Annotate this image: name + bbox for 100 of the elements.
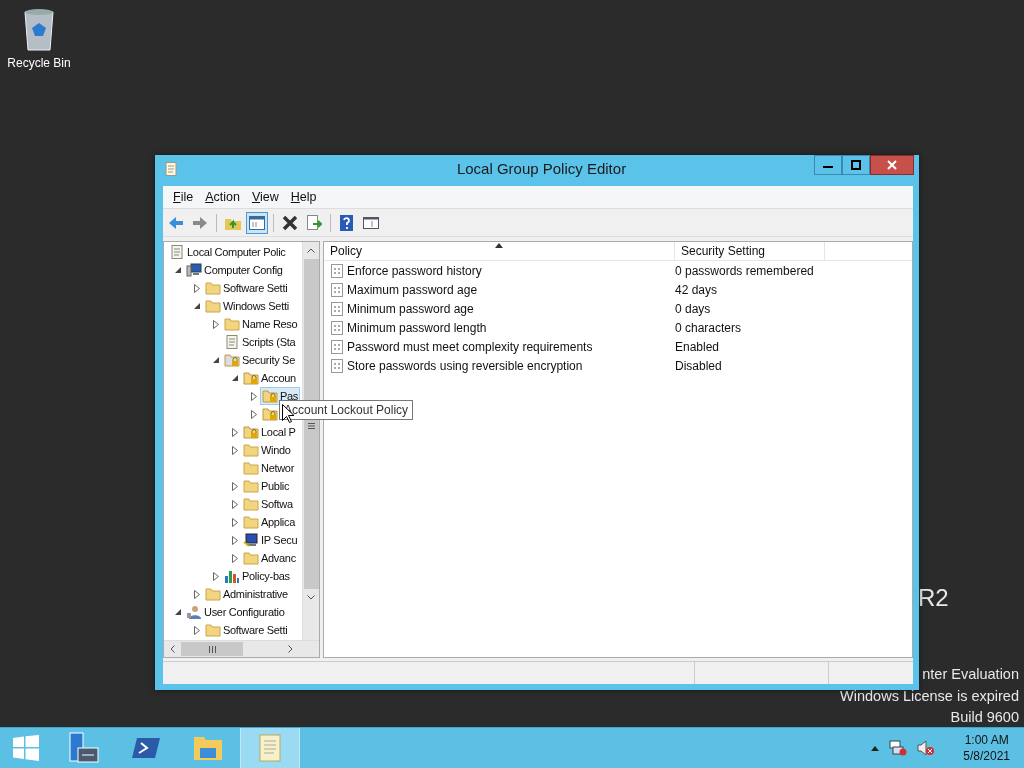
- tree-item[interactable]: Software Setti: [203, 621, 290, 639]
- tree-toggle-button[interactable]: [246, 211, 268, 234]
- policy-name[interactable]: Enforce password history: [347, 263, 482, 278]
- grip-icon: [307, 423, 315, 429]
- script-icon: [224, 334, 240, 350]
- setting-value: 42 days: [675, 282, 718, 297]
- folder-icon: [205, 280, 221, 296]
- clock-date[interactable]: 5/8/2021: [963, 748, 1010, 764]
- tree-item[interactable]: User Configuratio: [184, 603, 287, 621]
- tree-item[interactable]: Windows Setti: [203, 297, 291, 315]
- policy-name[interactable]: Store passwords using reversible encryption: [347, 358, 583, 373]
- menu-item[interactable]: Action: [199, 190, 246, 204]
- policy-setting-icon: [330, 301, 344, 316]
- expanded-arrow-icon[interactable]: [212, 356, 220, 364]
- policy-setting-icon: [330, 339, 344, 354]
- expanded-arrow-icon[interactable]: [231, 374, 239, 382]
- collapsed-arrow-icon[interactable]: [194, 283, 200, 293]
- menu-item[interactable]: View: [245, 190, 285, 204]
- collapsed-arrow-icon[interactable]: [251, 409, 257, 419]
- folder-icon: [243, 514, 259, 530]
- policy-setting-icon: [330, 263, 344, 278]
- menu-item[interactable]: Help: [284, 190, 323, 204]
- tree-item[interactable]: Software Setti: [203, 279, 290, 297]
- scroll-down-icon[interactable]: [307, 595, 315, 600]
- caret-up-icon[interactable]: [871, 745, 880, 751]
- folder-icon: [243, 460, 259, 476]
- column-header[interactable]: Security Setting: [675, 242, 825, 260]
- column-header[interactable]: Policy: [324, 242, 675, 260]
- tree-item[interactable]: Networ: [241, 459, 297, 477]
- maximize-icon: [851, 160, 861, 170]
- locked-folder-icon: [243, 370, 259, 386]
- expanded-arrow-icon[interactable]: [174, 608, 182, 616]
- expanded-arrow-icon[interactable]: [193, 302, 201, 310]
- help-icon: [338, 213, 356, 232]
- minimize-button[interactable]: [814, 155, 842, 175]
- folder-icon: [205, 298, 221, 314]
- locked-folder-icon: [262, 406, 278, 422]
- collapsed-arrow-icon[interactable]: [232, 499, 238, 509]
- delete-icon: [281, 213, 299, 232]
- tree-item[interactable]: Policy-bas: [222, 567, 292, 585]
- policy-name[interactable]: Minimum password length: [347, 320, 487, 335]
- scroll-icon: [169, 244, 185, 260]
- tree-item[interactable]: Local P: [241, 423, 298, 441]
- menu-item[interactable]: File: [167, 190, 200, 204]
- policy-name[interactable]: Maximum password age: [347, 282, 478, 297]
- tree-item[interactable]: Applica: [241, 513, 297, 531]
- locked-folder-icon: [243, 424, 259, 440]
- tree-item[interactable]: Name Reso: [222, 315, 300, 333]
- expanded-arrow-icon[interactable]: [174, 266, 182, 274]
- policy-name[interactable]: Minimum password age: [347, 301, 474, 316]
- tree-item[interactable]: Advanc: [241, 549, 298, 567]
- tree-item[interactable]: Public: [241, 477, 292, 495]
- license-text: Build 9600: [949, 708, 1019, 727]
- desktop-icon-label[interactable]: Recycle Bin: [7, 56, 71, 70]
- tree-item[interactable]: Computer Config: [184, 261, 285, 279]
- setting-value: 0 days: [675, 301, 711, 316]
- collapsed-arrow-icon[interactable]: [232, 427, 238, 437]
- tree-item[interactable]: Local Computer Polic: [167, 243, 288, 261]
- setting-value: Enabled: [675, 339, 720, 354]
- folder-icon: [243, 478, 259, 494]
- network-error-icon[interactable]: [889, 740, 908, 756]
- tree-item[interactable]: Administrative: [203, 585, 290, 603]
- scroll-right-icon[interactable]: [288, 645, 293, 653]
- close-button[interactable]: [870, 155, 914, 175]
- collapsed-arrow-icon[interactable]: [232, 481, 238, 491]
- folder-icon: [224, 316, 240, 332]
- tree-item[interactable]: Scripts (Sta: [222, 333, 298, 351]
- collapsed-arrow-icon[interactable]: [232, 445, 238, 455]
- locked-folder-icon: [224, 352, 240, 368]
- tree-item[interactable]: IP Secu: [241, 531, 300, 549]
- policy-setting-icon: [330, 358, 344, 373]
- tree-item[interactable]: Windo: [241, 441, 293, 459]
- clock-time[interactable]: 1:00 AM: [964, 732, 1009, 748]
- document-arrow-icon: [305, 213, 323, 232]
- scroll-icon: [163, 160, 179, 177]
- scroll-left-icon[interactable]: [170, 645, 175, 653]
- close-icon: [887, 160, 897, 170]
- collapsed-arrow-icon[interactable]: [194, 625, 200, 635]
- tree-item[interactable]: Softwa: [241, 495, 295, 513]
- license-text: nter Evaluation: [921, 665, 1019, 684]
- tree-item[interactable]: Security Se: [222, 351, 297, 369]
- scroll-up-icon[interactable]: [307, 248, 315, 253]
- horizontal-scrollbar[interactable]: [164, 640, 319, 657]
- computer-icon: [186, 262, 202, 278]
- collapsed-arrow-icon[interactable]: [232, 553, 238, 563]
- speaker-muted-icon[interactable]: [917, 740, 936, 756]
- maximize-button[interactable]: [842, 155, 870, 175]
- setting-value: Disabled: [675, 358, 722, 373]
- policy-name[interactable]: Password must meet complexity requirements: [347, 339, 593, 354]
- folder-icon: [205, 622, 221, 638]
- collapsed-arrow-icon[interactable]: [194, 589, 200, 599]
- collapsed-arrow-icon[interactable]: [213, 319, 219, 329]
- collapsed-arrow-icon[interactable]: [213, 571, 219, 581]
- collapsed-arrow-icon[interactable]: [232, 535, 238, 545]
- collapsed-arrow-icon[interactable]: [232, 517, 238, 527]
- panel-icon: [248, 213, 266, 232]
- tree-item[interactable]: Accoun: [241, 369, 298, 387]
- collapsed-arrow-icon[interactable]: [251, 391, 257, 401]
- setting-value: 0 characters: [675, 320, 742, 335]
- tree-item[interactable]: [260, 405, 280, 423]
